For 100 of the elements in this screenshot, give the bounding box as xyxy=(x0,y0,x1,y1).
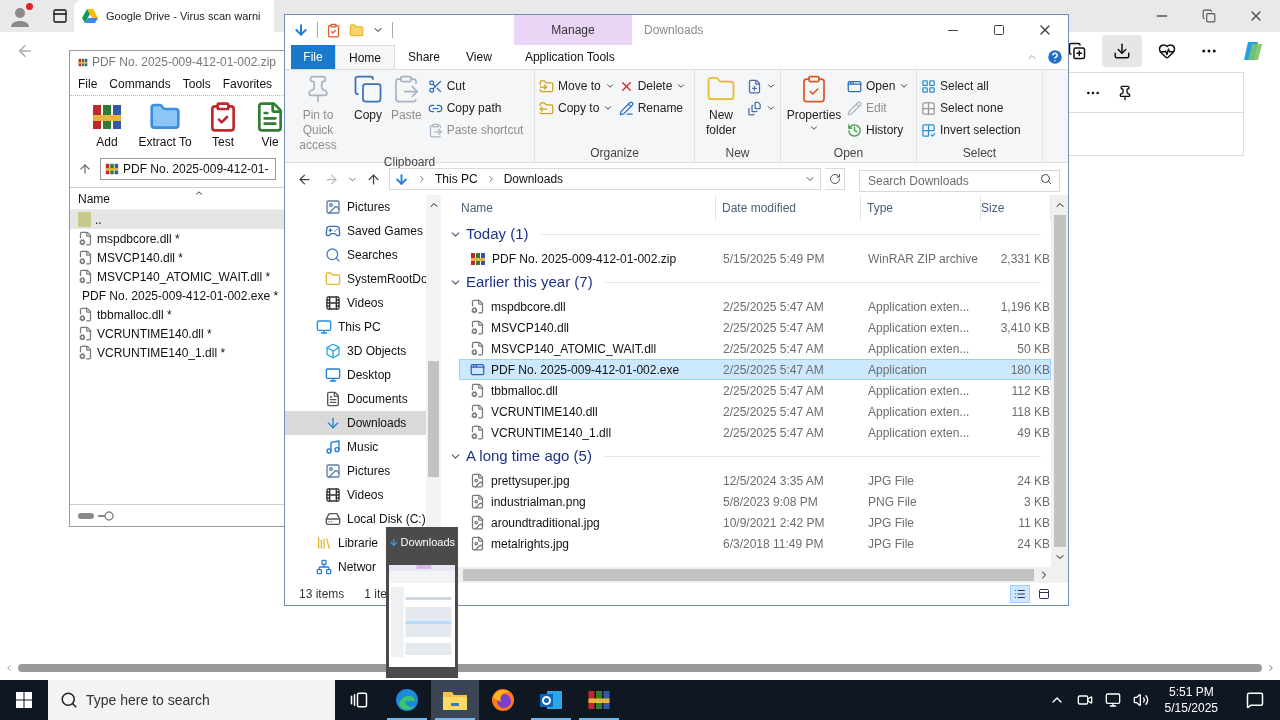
ribbon-tab[interactable]: Application Tools xyxy=(510,45,629,69)
toolbar-button[interactable]: Vie xyxy=(252,101,284,151)
archive-row[interactable]: PDF No. 2025-009-412-01-002.exe * xyxy=(70,286,284,305)
collections-icon[interactable] xyxy=(1068,42,1086,60)
nav-item[interactable]: 3D Objects xyxy=(285,339,411,363)
file-row[interactable]: VCRUNTIME140.dll 2/25/2025 5:47 AM Application exten... 118 KB xyxy=(459,401,1051,422)
nav-item[interactable]: Desktop xyxy=(285,363,396,387)
archive-row[interactable]: mspdbcore.dll * xyxy=(70,229,284,248)
menu-item[interactable]: Tools xyxy=(182,75,211,93)
notifications-icon[interactable] xyxy=(1246,691,1264,709)
up-button[interactable] xyxy=(78,162,92,176)
properties-icon[interactable] xyxy=(326,22,341,38)
ribbon-button[interactable]: Invert selection xyxy=(921,120,1021,140)
tab-actions-icon[interactable] xyxy=(52,8,68,24)
scrollbar-thumb[interactable] xyxy=(428,361,439,477)
file-row[interactable]: MSVCP140_ATOMIC_WAIT.dll 2/25/2025 5:47 AM Application exten... 50 KB xyxy=(459,338,1051,359)
pin-icon[interactable] xyxy=(1117,84,1133,101)
ribbon-button[interactable]: Rename xyxy=(618,98,687,118)
nav-item[interactable]: Pictures xyxy=(285,195,395,219)
group-header[interactable]: Today (1) xyxy=(441,221,1051,248)
file-row[interactable]: PDF No. 2025-009-412-01-002.exe 2/25/2025 5:47 AM Application 180 KB xyxy=(459,359,1051,380)
ribbon-tab[interactable]: View xyxy=(453,45,505,69)
ribbon-button[interactable]: Copy to xyxy=(539,98,615,118)
scrollbar-thumb[interactable] xyxy=(463,569,1034,581)
nav-item[interactable]: This PC xyxy=(285,315,385,339)
refresh-button[interactable] xyxy=(825,168,845,190)
menu-item[interactable]: Favorites xyxy=(222,75,273,93)
health-icon[interactable] xyxy=(1158,42,1176,60)
archive-row[interactable]: VCRUNTIME140_1.dll * xyxy=(70,343,284,362)
nav-item[interactable]: Librarie xyxy=(285,531,383,555)
breadcrumb[interactable]: Downloads xyxy=(503,170,564,188)
ribbon-button[interactable]: New folder xyxy=(699,74,743,138)
ribbon-button[interactable]: Properties xyxy=(785,74,843,133)
ribbon-tab[interactable]: File xyxy=(291,45,335,69)
file-row[interactable]: PDF No. 2025-009-412-01-002.zip 5/15/2025 5:49 PM WinRAR ZIP archive 2,331 KB xyxy=(459,248,1051,269)
ribbon-button[interactable]: Select all xyxy=(921,76,1021,96)
menu-item[interactable]: Commands xyxy=(109,75,171,93)
column-header[interactable]: Type xyxy=(861,195,981,221)
browser-tab[interactable]: Google Drive - Virus scan warni xyxy=(74,0,274,32)
ribbon-button[interactable]: Select none xyxy=(921,98,1021,118)
camera-icon[interactable] xyxy=(1076,692,1093,708)
ribbon-button[interactable]: Move to xyxy=(539,76,615,96)
path-field[interactable]: PDF No. 2025-009-412-01- xyxy=(100,158,276,180)
menu-item[interactable]: File xyxy=(78,75,98,93)
column-header[interactable]: Date modified xyxy=(716,195,861,221)
toolbar-button[interactable]: Add xyxy=(78,101,136,151)
ribbon-button[interactable]: Copy xyxy=(351,74,385,123)
volume-icon[interactable] xyxy=(1132,692,1149,708)
column-header[interactable]: Name xyxy=(78,189,110,208)
details-view-button[interactable] xyxy=(1010,585,1030,603)
taskbar-app[interactable] xyxy=(431,680,479,720)
help-icon[interactable] xyxy=(1046,48,1064,66)
ribbon-button[interactable]: Delete xyxy=(618,76,687,96)
archive-row[interactable]: tbbmalloc.dll * xyxy=(70,305,284,324)
toolbar-button[interactable]: Extract To xyxy=(136,101,194,151)
file-row[interactable]: VCRUNTIME140_1.dll 2/25/2025 5:47 AM Application exten... 49 KB xyxy=(459,422,1051,443)
nav-item[interactable]: Music xyxy=(285,435,383,459)
ribbon-tab[interactable]: Home xyxy=(335,45,395,69)
nav-item[interactable]: Pictures xyxy=(285,459,395,483)
scrollbar-thumb[interactable] xyxy=(1053,215,1066,547)
nav-item[interactable]: Downloads xyxy=(285,411,426,435)
file-row[interactable]: MSVCP140.dll 2/25/2025 5:47 AM Application exten... 3,410 KB xyxy=(459,317,1051,338)
up-button[interactable] xyxy=(366,171,381,187)
file-row[interactable]: tbbmalloc.dll 2/25/2025 5:47 AM Application exten... 112 KB xyxy=(459,380,1051,401)
search-field[interactable]: Search Downloads xyxy=(859,170,1060,192)
taskbar-search-field[interactable]: Type here to search xyxy=(48,680,335,720)
ribbon-tab[interactable]: Share xyxy=(395,45,454,69)
ribbon-button[interactable]: History xyxy=(847,120,910,140)
copilot-icon[interactable] xyxy=(1242,40,1264,62)
network-icon[interactable] xyxy=(1104,692,1121,708)
group-header[interactable]: A long time ago (5) xyxy=(441,443,1051,470)
ribbon-button[interactable]: Copy path xyxy=(427,98,524,118)
toolbar-button[interactable]: Test xyxy=(194,101,252,151)
nav-item[interactable]: Videos xyxy=(285,291,388,315)
file-row[interactable]: mspdbcore.dll 2/25/2025 5:47 AM Application exten... 1,196 KB xyxy=(459,296,1051,317)
file-row[interactable]: aroundtraditional.jpg 10/9/2021 2:42 PM JPG File 11 KB xyxy=(459,512,1051,533)
back-button[interactable] xyxy=(297,171,312,187)
scrollbar-thumb[interactable] xyxy=(18,664,1262,672)
ribbon-button[interactable]: Open xyxy=(847,76,910,96)
clock[interactable]: 5:51 PM 5/15/2025 xyxy=(1160,684,1222,716)
nav-item[interactable]: Networ xyxy=(285,555,380,579)
archive-row[interactable]: MSVCP140_ATOMIC_WAIT.dll * xyxy=(70,267,284,286)
file-row[interactable]: industrialman.png 5/8/2023 9:08 PM PNG File 3 KB xyxy=(459,491,1051,512)
nav-item[interactable]: Documents xyxy=(285,387,412,411)
ribbon-button[interactable]: Cut xyxy=(427,76,524,96)
archive-row[interactable]: MSVCP140.dll * xyxy=(70,248,284,267)
nav-item[interactable]: Saved Games xyxy=(285,219,426,243)
column-header[interactable]: Name xyxy=(441,195,716,221)
file-row[interactable]: metalrights.jpg 6/3/2018 11:49 PM JPG File 24 KB xyxy=(459,533,1051,554)
address-bar[interactable]: This PC Downloads xyxy=(389,168,821,190)
restore-button[interactable] xyxy=(1202,9,1216,23)
nav-item[interactable]: Videos xyxy=(285,483,388,507)
breadcrumb[interactable]: This PC xyxy=(435,170,478,188)
nav-item[interactable]: Searches xyxy=(285,243,402,267)
file-row[interactable]: prettysuper.jpg 12/5/2024 3:35 AM JPG File 24 KB xyxy=(459,470,1051,491)
nav-item[interactable]: Local Disk (C:) xyxy=(285,507,426,531)
downloads-button[interactable] xyxy=(1102,35,1142,67)
archive-row[interactable]: .. xyxy=(70,210,284,229)
group-header[interactable]: Earlier this year (7) xyxy=(441,269,1051,296)
archive-row[interactable]: VCRUNTIME140.dll * xyxy=(70,324,284,343)
